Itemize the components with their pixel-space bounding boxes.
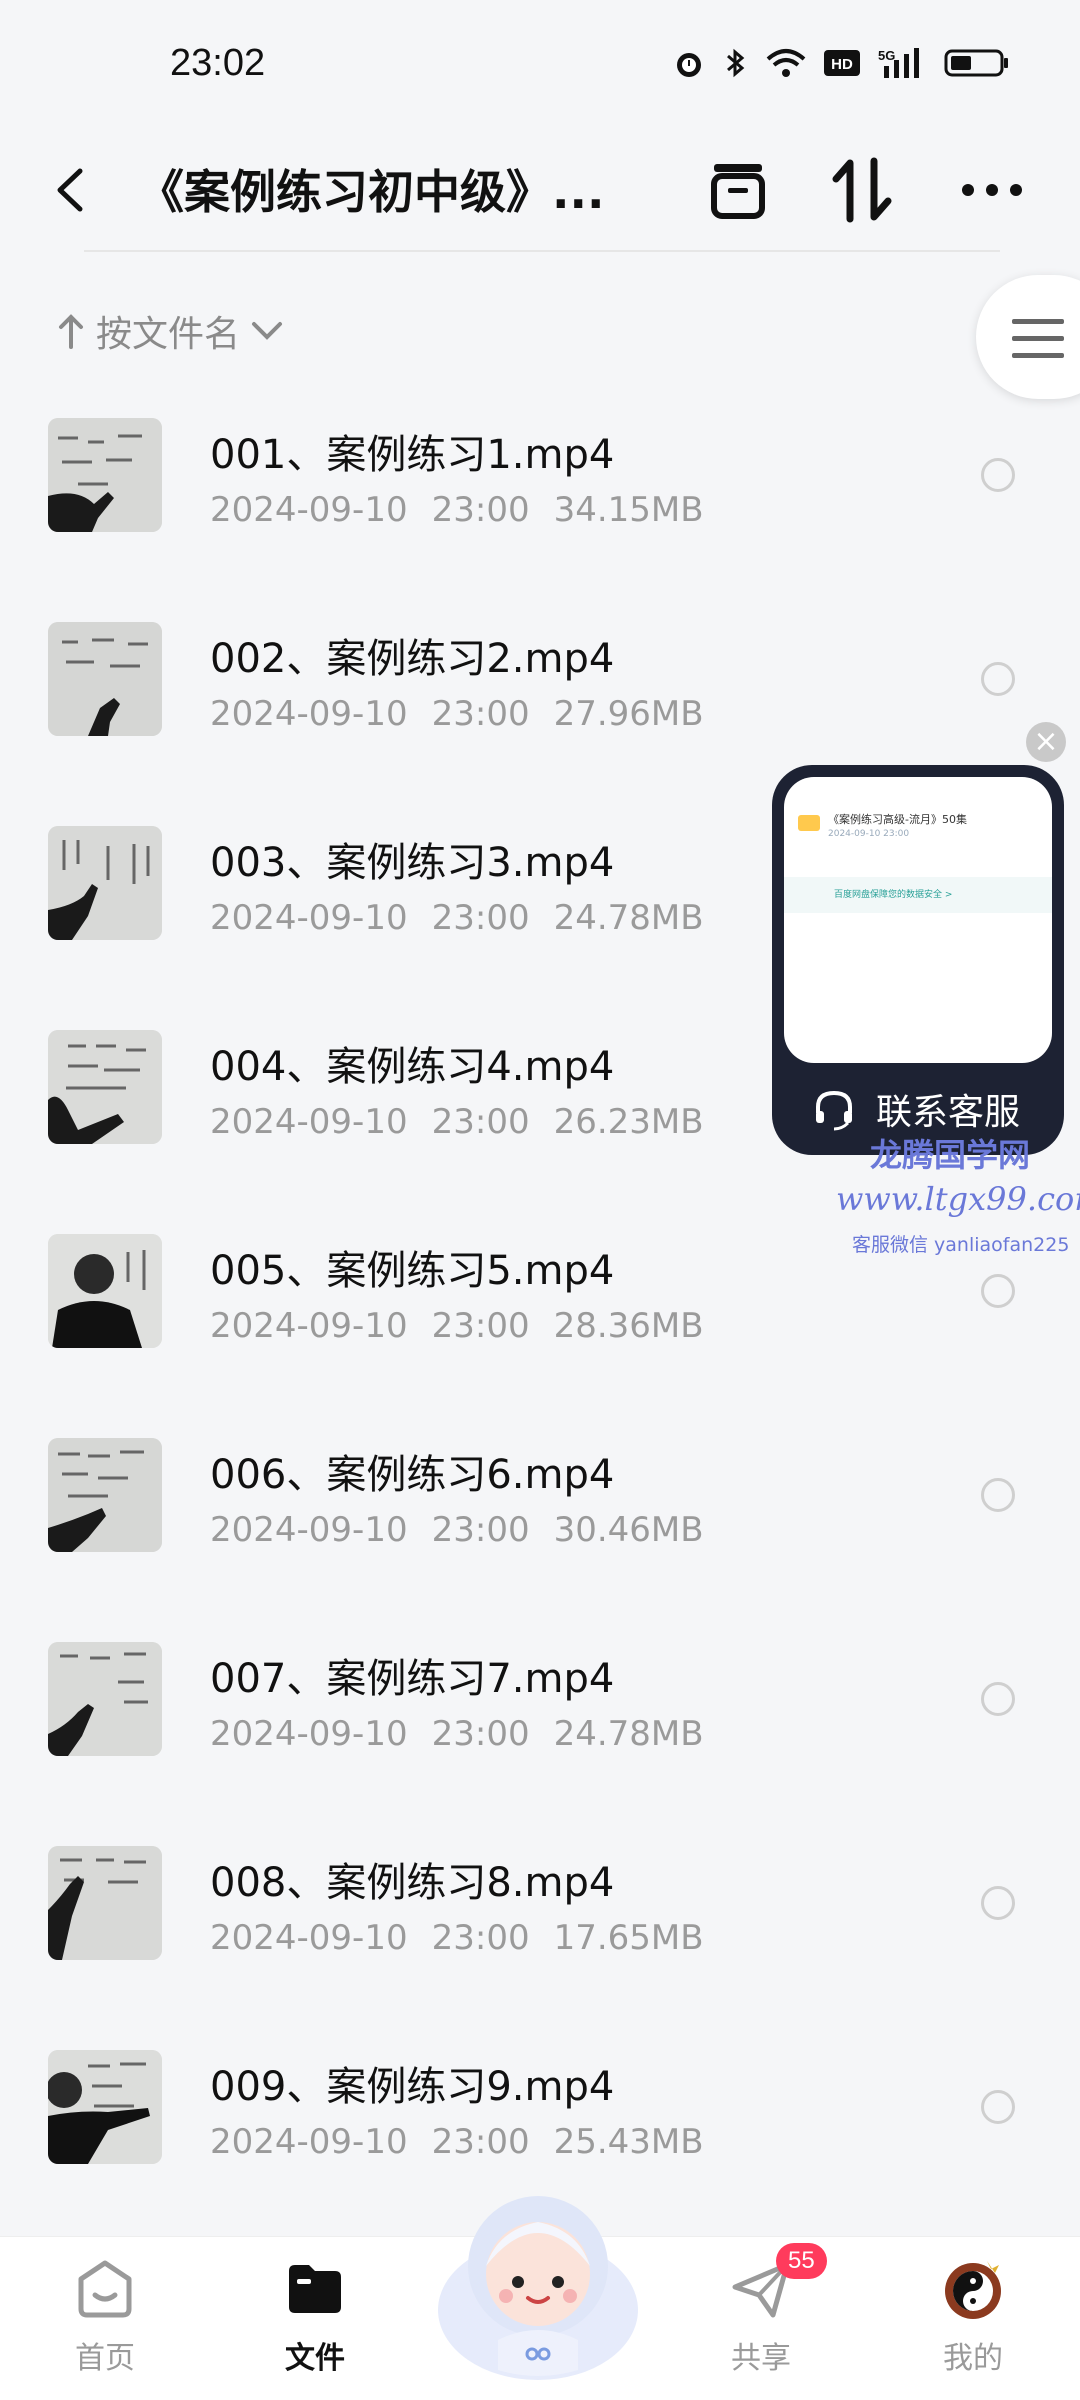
video-thumbnail — [48, 418, 162, 532]
file-name: 009、案例练习9.mp4 — [210, 2064, 615, 2110]
back-button[interactable] — [40, 150, 100, 230]
video-thumbnail — [48, 1846, 162, 1960]
video-thumbnail — [48, 2050, 162, 2164]
file-name: 001、案例练习1.mp4 — [210, 432, 615, 478]
signal-icon: 5G — [878, 46, 926, 80]
file-name: 005、案例练习5.mp4 — [210, 1248, 615, 1294]
chevron-down-icon — [252, 322, 283, 340]
file-meta: 2024-09-10 23:00 34.15MB — [210, 490, 704, 530]
archive-icon — [711, 164, 765, 219]
watermark-url: www.ltgx99.com — [836, 1180, 1080, 1218]
header: 《案例练习初中级》... — [0, 130, 1080, 250]
select-radio[interactable] — [981, 458, 1015, 492]
archive-button[interactable] — [696, 148, 780, 232]
close-float-button[interactable]: × — [1026, 722, 1066, 762]
nav-share[interactable]: 55 共享 — [696, 2243, 827, 2377]
select-radio[interactable] — [981, 1478, 1015, 1512]
preview-title: 《案例练习高级-流月》50集 — [828, 813, 967, 826]
status-icons: HD 5G — [672, 46, 1010, 80]
preview-date: 2024-09-10 23:00 — [828, 829, 910, 839]
file-name: 008、案例练习8.mp4 — [210, 1860, 615, 1906]
file-meta: 2024-09-10 23:00 24.78MB — [210, 1714, 704, 1754]
alarm-icon — [672, 46, 706, 80]
battery-icon — [944, 47, 1010, 79]
folder-icon — [289, 2265, 341, 2313]
customer-service-float[interactable]: 《案例练习高级-流月》50集 2024-09-10 23:00 百度网盘保障您的… — [772, 765, 1064, 1155]
sort-label: 按文件名 — [96, 314, 241, 355]
arrow-up-icon — [59, 314, 83, 349]
mascot-icon — [438, 2196, 638, 2380]
wifi-icon — [766, 47, 806, 79]
share-badge: 55 — [776, 2243, 827, 2279]
file-row[interactable]: 006、案例练习6.mp4 2024-09-10 23:00 30.46MB — [0, 1420, 1080, 1624]
file-meta: 2024-09-10 23:00 30.46MB — [210, 1510, 704, 1550]
screen: 23:02 HD 5G 《案例练习初中级》... 按文件名 001、案例练习1.… — [0, 0, 1080, 2400]
home-icon — [78, 2260, 132, 2318]
side-menu-handle[interactable] — [976, 275, 1080, 399]
sort-arrows-icon — [832, 157, 892, 223]
file-name: 007、案例练习7.mp4 — [210, 1656, 615, 1702]
select-radio[interactable] — [981, 662, 1015, 696]
header-divider — [84, 250, 1000, 252]
watermark-contact: 客服微信 yanliaofan225 — [852, 1234, 1070, 1256]
assistant-mascot-button[interactable] — [428, 2170, 648, 2390]
more-button[interactable] — [950, 148, 1034, 232]
select-radio[interactable] — [981, 1682, 1015, 1716]
nav-label: 共享 — [731, 2341, 791, 2376]
svg-text:HD: HD — [831, 56, 853, 73]
file-name: 006、案例练习6.mp4 — [210, 1452, 615, 1498]
video-thumbnail — [48, 1030, 162, 1144]
video-thumbnail — [48, 622, 162, 736]
status-time: 23:02 — [170, 42, 266, 84]
nav-home[interactable]: 首页 — [40, 2257, 170, 2377]
video-thumbnail — [48, 1642, 162, 1756]
select-radio[interactable] — [981, 1274, 1015, 1308]
nav-files[interactable]: 文件 — [250, 2257, 380, 2377]
more-dots-icon — [962, 184, 1022, 196]
svg-text:5G: 5G — [878, 48, 895, 63]
nav-mine[interactable]: 我的 — [908, 2257, 1038, 2377]
sort-selector[interactable]: 按文件名 — [56, 305, 284, 357]
file-name: 003、案例练习3.mp4 — [210, 840, 615, 886]
file-meta: 2024-09-10 23:00 26.23MB — [210, 1102, 704, 1142]
file-row[interactable]: 007、案例练习7.mp4 2024-09-10 23:00 24.78MB — [0, 1624, 1080, 1828]
contact-service-label: 联系客服 — [812, 1083, 1020, 1135]
headset-icon — [816, 1090, 852, 1131]
file-meta: 2024-09-10 23:00 27.96MB — [210, 694, 704, 734]
nav-label: 文件 — [285, 2341, 345, 2376]
close-icon: × — [1033, 724, 1059, 759]
video-thumbnail — [48, 826, 162, 940]
watermark-title: 龙腾国学网 — [870, 1136, 1031, 1174]
file-meta: 2024-09-10 23:00 28.36MB — [210, 1306, 704, 1346]
page-title: 《案例练习初中级》... — [138, 165, 605, 219]
status-bar: 23:02 HD 5G — [0, 0, 1080, 130]
preview-link: 百度网盘保障您的数据安全 > — [834, 890, 953, 900]
back-arrow-icon — [57, 168, 83, 212]
select-radio[interactable] — [981, 2090, 1015, 2124]
file-meta: 2024-09-10 23:00 24.78MB — [210, 898, 704, 938]
folder-icon — [798, 815, 820, 831]
file-row[interactable]: 008、案例练习8.mp4 2024-09-10 23:00 17.65MB — [0, 1828, 1080, 2032]
file-meta: 2024-09-10 23:00 17.65MB — [210, 1918, 704, 1958]
file-name: 004、案例练习4.mp4 — [210, 1044, 615, 1090]
select-radio[interactable] — [981, 1886, 1015, 1920]
float-preview: 《案例练习高级-流月》50集 2024-09-10 23:00 百度网盘保障您的… — [784, 777, 1052, 1063]
nav-label: 我的 — [943, 2341, 1003, 2376]
menu-lines-icon — [1012, 319, 1064, 358]
video-thumbnail — [48, 1438, 162, 1552]
file-meta: 2024-09-10 23:00 25.43MB — [210, 2122, 704, 2162]
hd-icon: HD — [824, 48, 860, 78]
file-row[interactable]: 001、案例练习1.mp4 2024-09-10 23:00 34.15MB — [0, 400, 1080, 604]
sort-order-button[interactable] — [820, 148, 904, 232]
nav-label: 首页 — [75, 2341, 135, 2376]
avatar — [945, 2261, 1001, 2319]
video-thumbnail — [48, 1234, 162, 1348]
file-name: 002、案例练习2.mp4 — [210, 636, 615, 682]
bluetooth-icon — [724, 46, 748, 80]
